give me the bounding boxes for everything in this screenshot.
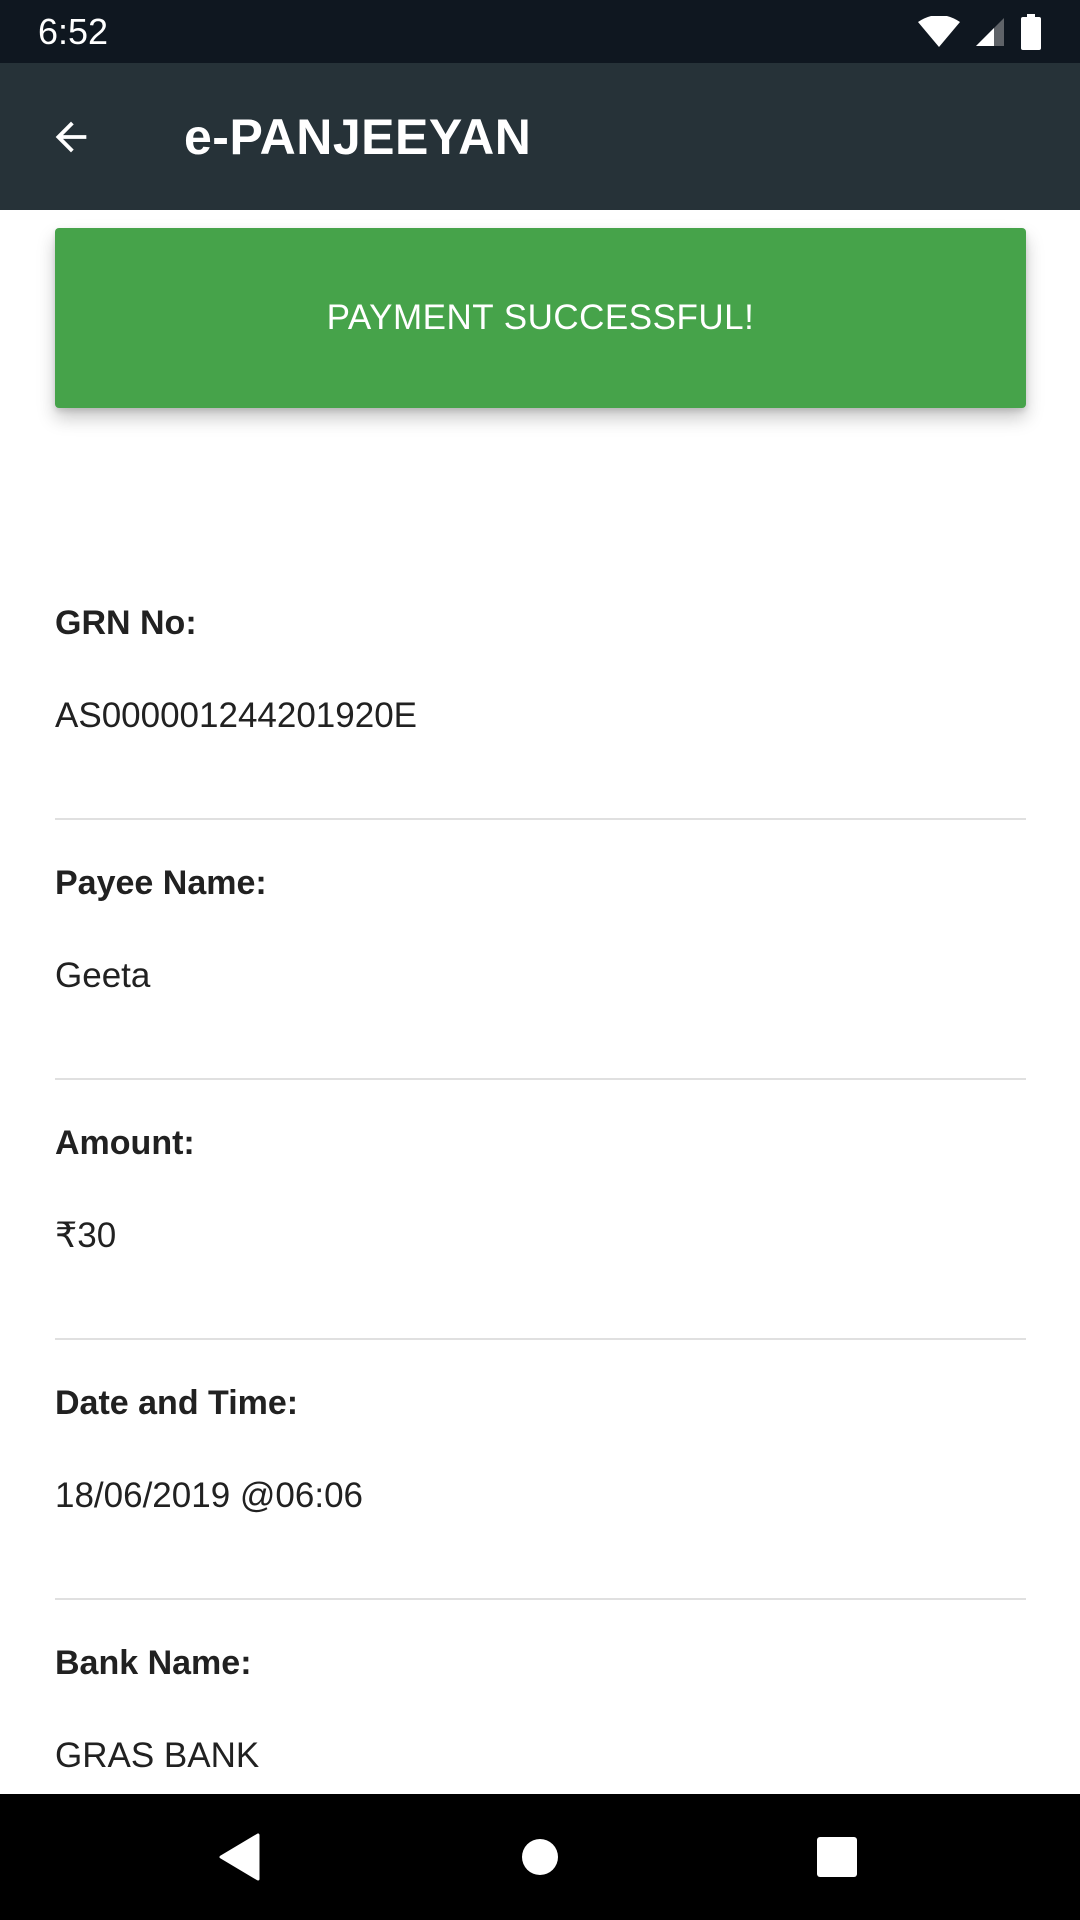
date-time-label: Date and Time: — [55, 1384, 299, 1422]
battery-icon — [1021, 13, 1041, 50]
app-bar: e-PANJEEYAN — [0, 63, 1080, 210]
nav-back-icon — [219, 1833, 260, 1881]
bank-name-value: GRAS BANK — [55, 1736, 260, 1775]
nav-home-button[interactable] — [500, 1817, 580, 1897]
detail-row-grn: GRN No: AS000001244201920E — [55, 560, 1026, 820]
status-icons — [918, 13, 1042, 50]
bank-name-label: Bank Name: — [55, 1644, 252, 1682]
arrow-back-icon — [55, 121, 87, 152]
back-button[interactable] — [0, 63, 146, 210]
detail-row-datetime: Date and Time: 18/06/2019 @06:06 — [55, 1340, 1026, 1600]
grn-label: GRN No: — [55, 604, 197, 642]
amount-value: ₹30 — [55, 1216, 117, 1255]
status-bar: 6:52 — [0, 0, 1080, 63]
nav-recents-icon — [817, 1837, 857, 1877]
payee-name-label: Payee Name: — [55, 864, 267, 902]
nav-back-button[interactable] — [200, 1817, 280, 1897]
nav-recents-button[interactable] — [797, 1817, 877, 1897]
date-time-value: 18/06/2019 @06:06 — [55, 1476, 364, 1515]
detail-row-payee: Payee Name: Geeta — [55, 820, 1026, 1080]
grn-value: AS000001244201920E — [55, 696, 418, 735]
payment-details: GRN No: AS000001244201920E Payee Name: G… — [55, 560, 1026, 1860]
navigation-bar — [0, 1794, 1080, 1920]
amount-label: Amount: — [55, 1124, 195, 1162]
payee-name-value: Geeta — [55, 956, 151, 995]
nav-home-icon — [522, 1839, 558, 1875]
detail-row-amount: Amount: ₹30 — [55, 1080, 1026, 1340]
wifi-icon — [918, 15, 960, 47]
cell-signal-icon — [976, 17, 1004, 46]
payment-success-banner: PAYMENT SUCCESSFUL! — [55, 228, 1026, 408]
app-title: e-PANJEEYAN — [184, 108, 532, 165]
status-time: 6:52 — [38, 10, 109, 52]
